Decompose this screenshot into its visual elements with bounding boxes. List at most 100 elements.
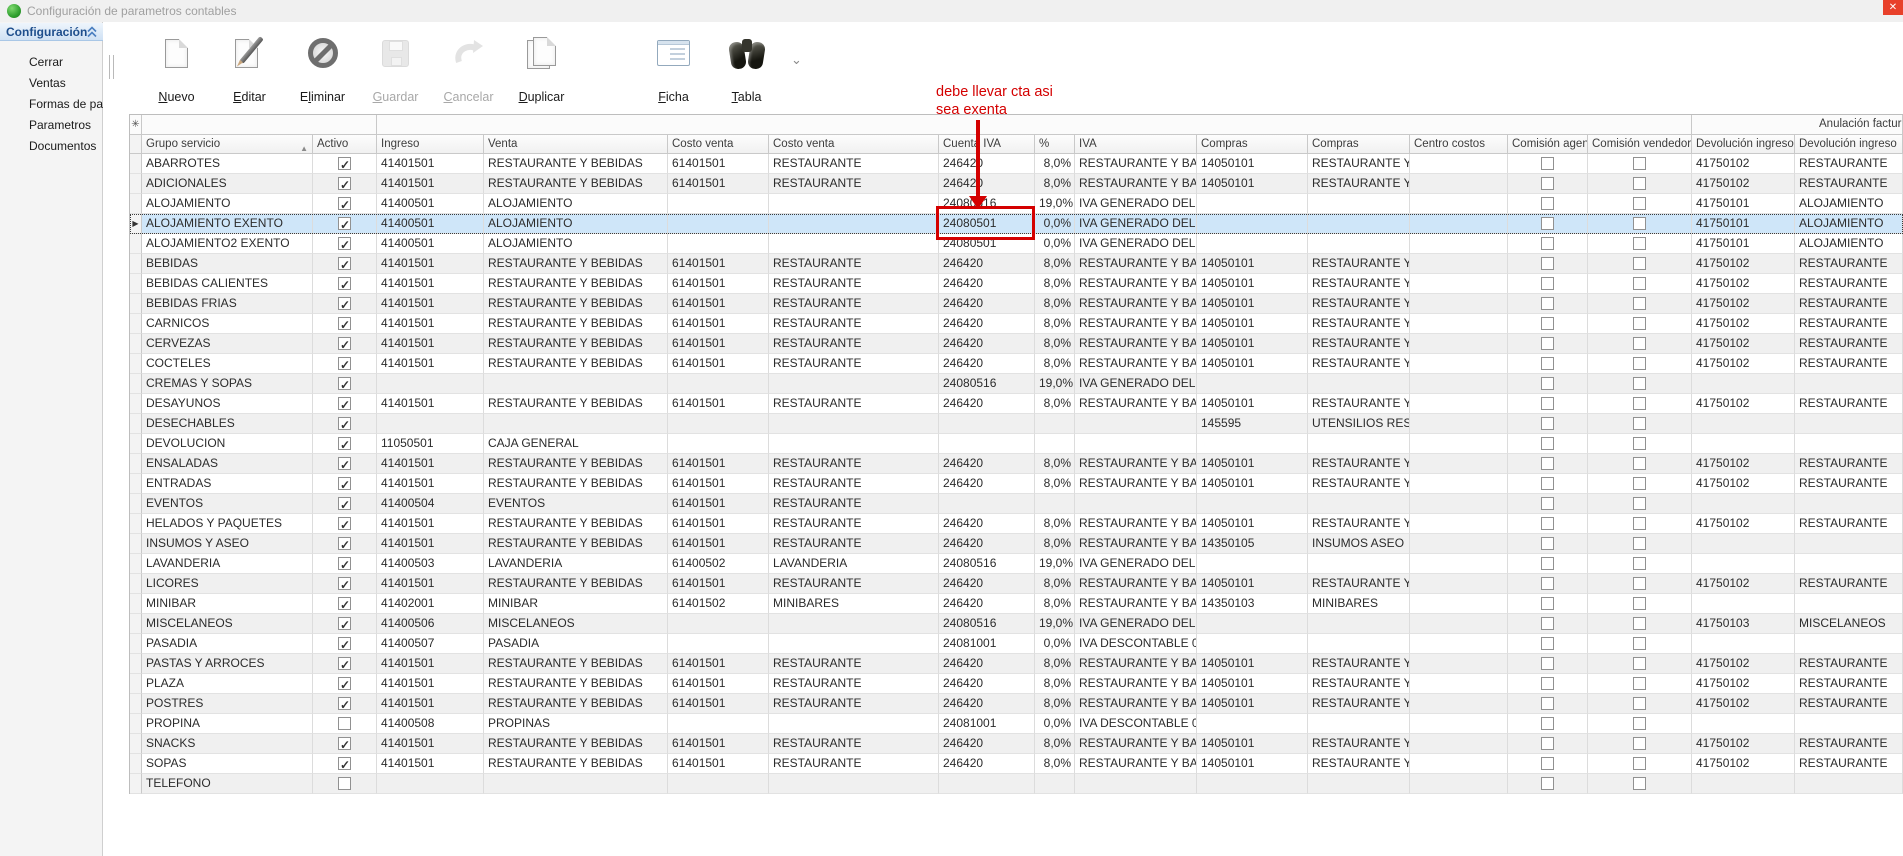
- cell-iva[interactable]: RESTAURANTE Y BAR 8%: [1075, 514, 1197, 534]
- cell-cuenta[interactable]: 24080516: [939, 614, 1035, 634]
- cell-ing_nom[interactable]: RESTAURANTE Y BEBIDAS: [484, 674, 668, 694]
- cell-iva[interactable]: RESTAURANTE Y BAR 8%: [1075, 594, 1197, 614]
- cell-grupo[interactable]: DEVOLUCION: [142, 434, 313, 454]
- cell-cos_cod[interactable]: 61401501: [668, 674, 769, 694]
- cell-ing_cod[interactable]: 41401501: [377, 314, 484, 334]
- cell-dev_cod[interactable]: [1692, 494, 1795, 514]
- toolbar-button-duplicar[interactable]: Duplicar: [505, 30, 578, 104]
- cell-cos_cod[interactable]: 61401501: [668, 174, 769, 194]
- cell-dev_nom[interactable]: ALOJAMIENTO: [1795, 234, 1903, 254]
- cell-comp_cod[interactable]: [1197, 774, 1308, 794]
- unchecked-checkbox[interactable]: [1541, 477, 1554, 490]
- column-header-com_ag[interactable]: Comisión agencia: [1508, 135, 1588, 154]
- cell-cuenta[interactable]: [939, 414, 1035, 434]
- unchecked-checkbox[interactable]: [1541, 617, 1554, 630]
- table-row[interactable]: EVENTOS41400504EVENTOS61401501RESTAURANT…: [130, 494, 1903, 514]
- cell-activo[interactable]: [313, 414, 377, 434]
- unchecked-checkbox[interactable]: [1541, 397, 1554, 410]
- cell-cos_cod[interactable]: [668, 434, 769, 454]
- cell-cuenta[interactable]: 246420: [939, 174, 1035, 194]
- column-header-cuenta[interactable]: Cuenta IVA: [939, 135, 1035, 154]
- unchecked-checkbox[interactable]: [1633, 257, 1646, 270]
- cell-com_ven[interactable]: [1588, 514, 1692, 534]
- cell-comp_cod[interactable]: 14050101: [1197, 734, 1308, 754]
- cell-comp_nom[interactable]: MINIBARES: [1308, 594, 1410, 614]
- cell-centro[interactable]: [1410, 674, 1508, 694]
- unchecked-checkbox[interactable]: [1541, 537, 1554, 550]
- cell-iva[interactable]: IVA GENERADO DEL 19%: [1075, 614, 1197, 634]
- cell-ing_nom[interactable]: LAVANDERIA: [484, 554, 668, 574]
- cell-iva[interactable]: RESTAURANTE Y BAR 8%: [1075, 694, 1197, 714]
- cell-ing_nom[interactable]: MISCELANEOS: [484, 614, 668, 634]
- cell-ing_cod[interactable]: 41401501: [377, 334, 484, 354]
- cell-comp_nom[interactable]: RESTAURANTE Y BEBIDAS: [1308, 754, 1410, 774]
- cell-grupo[interactable]: ALOJAMIENTO2 EXENTO: [142, 234, 313, 254]
- cell-cos_nom[interactable]: [769, 234, 939, 254]
- cell-ing_cod[interactable]: 41401501: [377, 454, 484, 474]
- cell-com_ven[interactable]: [1588, 214, 1692, 234]
- cell-activo[interactable]: [313, 194, 377, 214]
- cell-dev_nom[interactable]: MISCELANEOS: [1795, 614, 1903, 634]
- cell-com_ven[interactable]: [1588, 654, 1692, 674]
- cell-pct[interactable]: 8,0%: [1035, 734, 1075, 754]
- cell-centro[interactable]: [1410, 554, 1508, 574]
- checked-checkbox[interactable]: [338, 517, 351, 530]
- cell-iva[interactable]: RESTAURANTE Y BAR 8%: [1075, 674, 1197, 694]
- cell-grupo[interactable]: INSUMOS Y ASEO: [142, 534, 313, 554]
- cell-ing_nom[interactable]: RESTAURANTE Y BEBIDAS: [484, 514, 668, 534]
- cell-iva[interactable]: RESTAURANTE Y BAR 8%: [1075, 534, 1197, 554]
- cell-com_ag[interactable]: [1508, 694, 1588, 714]
- cell-cos_nom[interactable]: [769, 714, 939, 734]
- unchecked-checkbox[interactable]: [1541, 277, 1554, 290]
- cell-comp_cod[interactable]: 14050101: [1197, 174, 1308, 194]
- cell-dev_nom[interactable]: RESTAURANTE: [1795, 274, 1903, 294]
- cell-comp_cod[interactable]: 14350103: [1197, 594, 1308, 614]
- table-row[interactable]: INSUMOS Y ASEO41401501RESTAURANTE Y BEBI…: [130, 534, 1903, 554]
- cell-com_ag[interactable]: [1508, 254, 1588, 274]
- cell-comp_nom[interactable]: RESTAURANTE Y BEBIDAS: [1308, 454, 1410, 474]
- column-header-com_ven[interactable]: Comisión vendedor: [1588, 135, 1692, 154]
- cell-com_ven[interactable]: [1588, 694, 1692, 714]
- unchecked-checkbox[interactable]: [1633, 637, 1646, 650]
- cell-cos_nom[interactable]: RESTAURANTE: [769, 694, 939, 714]
- cell-comp_nom[interactable]: RESTAURANTE Y BEBIDAS: [1308, 174, 1410, 194]
- cell-cos_cod[interactable]: 61401501: [668, 454, 769, 474]
- cell-ing_cod[interactable]: 41400501: [377, 214, 484, 234]
- cell-comp_nom[interactable]: [1308, 374, 1410, 394]
- cell-cos_nom[interactable]: [769, 774, 939, 794]
- cell-centro[interactable]: [1410, 234, 1508, 254]
- sidebar-item-formas-de-pago[interactable]: Formas de pago: [0, 94, 103, 115]
- cell-cos_nom[interactable]: [769, 634, 939, 654]
- cell-dev_cod[interactable]: [1692, 434, 1795, 454]
- cell-dev_nom[interactable]: RESTAURANTE: [1795, 154, 1903, 174]
- cell-dev_nom[interactable]: RESTAURANTE: [1795, 454, 1903, 474]
- table-row[interactable]: PASADIA41400507PASADIA240810010,0%IVA DE…: [130, 634, 1903, 654]
- cell-grupo[interactable]: BEBIDAS CALIENTES: [142, 274, 313, 294]
- cell-activo[interactable]: [313, 734, 377, 754]
- checked-checkbox[interactable]: [338, 177, 351, 190]
- cell-ing_cod[interactable]: 41400504: [377, 494, 484, 514]
- cell-ing_cod[interactable]: 41401501: [377, 574, 484, 594]
- sidebar-item-ventas[interactable]: Ventas: [0, 73, 103, 94]
- unchecked-checkbox[interactable]: [1541, 357, 1554, 370]
- cell-pct[interactable]: 0,0%: [1035, 234, 1075, 254]
- cell-dev_nom[interactable]: RESTAURANTE: [1795, 314, 1903, 334]
- cell-activo[interactable]: [313, 534, 377, 554]
- cell-centro[interactable]: [1410, 694, 1508, 714]
- table-row[interactable]: PASTAS Y ARROCES41401501RESTAURANTE Y BE…: [130, 654, 1903, 674]
- cell-centro[interactable]: [1410, 314, 1508, 334]
- cell-activo[interactable]: [313, 554, 377, 574]
- table-row[interactable]: DEVOLUCION11050501CAJA GENERAL: [130, 434, 1903, 454]
- cell-comp_nom[interactable]: RESTAURANTE Y BEBIDAS: [1308, 574, 1410, 594]
- cell-iva[interactable]: IVA GENERADO DEL 19%: [1075, 374, 1197, 394]
- cell-grupo[interactable]: DESAYUNOS: [142, 394, 313, 414]
- cell-ing_nom[interactable]: RESTAURANTE Y BEBIDAS: [484, 154, 668, 174]
- cell-centro[interactable]: [1410, 434, 1508, 454]
- cell-ing_nom[interactable]: MINIBAR: [484, 594, 668, 614]
- cell-cos_cod[interactable]: 61401501: [668, 474, 769, 494]
- cell-comp_nom[interactable]: RESTAURANTE Y BEBIDAS: [1308, 674, 1410, 694]
- cell-grupo[interactable]: TELEFONO: [142, 774, 313, 794]
- cell-grupo[interactable]: ALOJAMIENTO: [142, 194, 313, 214]
- cell-centro[interactable]: [1410, 754, 1508, 774]
- cell-comp_nom[interactable]: UTENSILIOS REST.: [1308, 414, 1410, 434]
